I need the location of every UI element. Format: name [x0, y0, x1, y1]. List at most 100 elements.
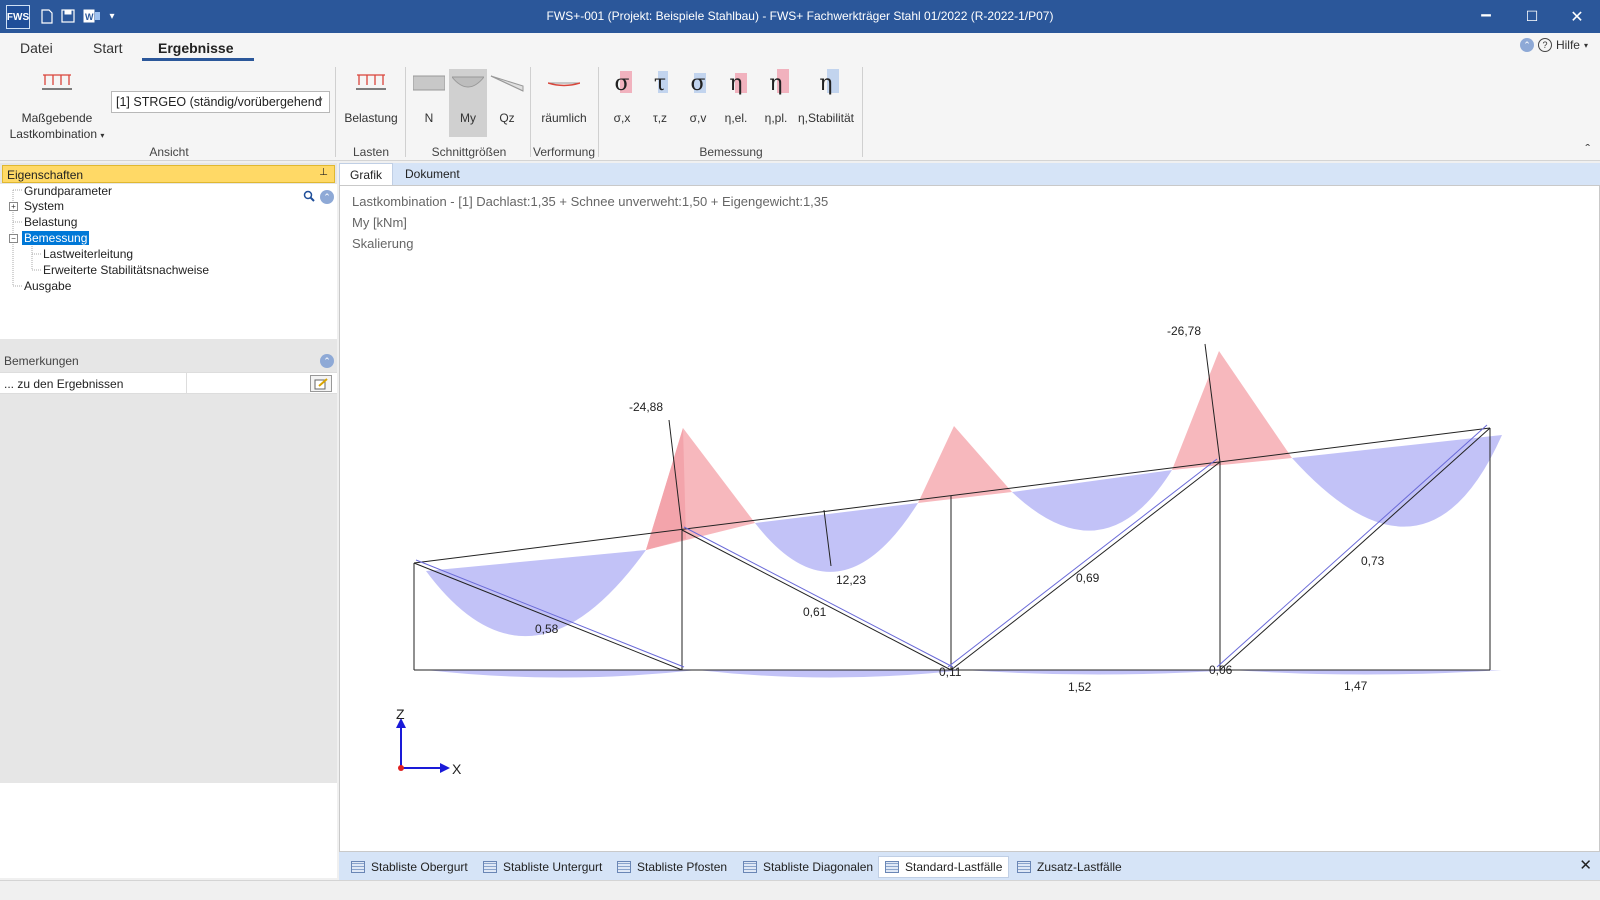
- value-label: 0,73: [1361, 554, 1385, 568]
- z-axis-label: Z: [396, 706, 405, 722]
- tab-stabliste-obergurt[interactable]: Stabliste Obergurt: [345, 856, 474, 878]
- sigma-icon: σ: [614, 70, 633, 96]
- tab-standard-lastfaelle[interactable]: Standard-Lastfälle: [878, 856, 1010, 878]
- value-label: 12,23: [836, 573, 866, 587]
- moment-region-2: [918, 426, 1012, 503]
- tab-start[interactable]: Start: [93, 40, 123, 56]
- dropdown-arrow-icon: ▾: [100, 131, 105, 140]
- tab-label: Standard-Lastfälle: [905, 860, 1003, 874]
- tree-item-grundparameter[interactable]: Grundparameter: [24, 184, 112, 198]
- n-button[interactable]: N: [410, 69, 448, 125]
- collapse-panel-icon[interactable]: ⌃: [320, 190, 334, 204]
- sigma-v-icon: σ: [690, 70, 707, 96]
- tree-item-belastung[interactable]: Belastung: [24, 215, 77, 229]
- tree-item-system[interactable]: System: [24, 199, 64, 213]
- pin-icon[interactable]: ⊥: [319, 167, 328, 178]
- active-tab-indicator: [142, 58, 254, 61]
- chevron-down-icon: ▼: [316, 96, 324, 105]
- group-label-verformung: Verformung: [533, 145, 596, 159]
- tab-label: Stabliste Obergurt: [371, 860, 468, 874]
- value-label: 0,61: [803, 605, 827, 619]
- massgebende-lastkombination-button[interactable]: Maßgebende Lastkombination ▾: [6, 69, 108, 141]
- ribbon-separator: [530, 67, 531, 157]
- tree-item-ausgabe[interactable]: Ausgabe: [24, 279, 71, 293]
- minimize-button[interactable]: 🗕: [1463, 0, 1509, 33]
- n-label: N: [424, 111, 434, 125]
- tab-stabliste-untergurt[interactable]: Stabliste Untergurt: [477, 856, 608, 878]
- close-tab-bar-icon[interactable]: ✕: [1579, 856, 1592, 874]
- tree-item-stabilitaetsnachweise[interactable]: Erweiterte Stabilitätsnachweise: [43, 263, 209, 277]
- collapse-ribbon-icon[interactable]: ˆ: [1585, 141, 1590, 157]
- tab-ergebnisse[interactable]: Ergebnisse: [158, 40, 233, 56]
- my-button[interactable]: My: [449, 69, 487, 125]
- edit-icon: [314, 377, 328, 389]
- sigma-x-label: σ,x: [613, 111, 631, 125]
- tab-grafik[interactable]: Grafik: [339, 163, 394, 185]
- belastung-button[interactable]: Belastung: [340, 69, 402, 125]
- close-button[interactable]: ✕: [1554, 0, 1600, 33]
- lastkombination-select[interactable]: [1] STRGEO (ständig/vorübergehend ▼: [111, 91, 330, 113]
- load-icon: [340, 69, 402, 97]
- expand-system-icon[interactable]: +: [9, 202, 18, 211]
- normal-force-icon: [410, 69, 448, 97]
- qz-button[interactable]: Qz: [488, 69, 526, 125]
- collapse-bemessung-icon[interactable]: −: [9, 234, 18, 243]
- sigma-v-button[interactable]: σ σ,v: [680, 69, 716, 125]
- eigenschaften-title: Eigenschaften: [7, 168, 84, 182]
- eta-pl-label: η,pl.: [764, 111, 788, 125]
- help-dropdown-icon: ▾: [1583, 40, 1588, 50]
- search-icon[interactable]: [303, 190, 315, 205]
- qz-label: Qz: [499, 111, 515, 125]
- value-label: 1,47: [1344, 679, 1368, 693]
- ribbon-separator: [405, 67, 406, 157]
- tab-label: Stabliste Diagonalen: [763, 860, 874, 874]
- bottom-tab-bar: Stabliste Obergurt Stabliste Untergurt S…: [339, 852, 1600, 880]
- table-icon: [351, 861, 365, 873]
- edit-notes-button[interactable]: [310, 375, 332, 392]
- shear-force-icon: [488, 69, 526, 97]
- value-label: -24,88: [629, 400, 663, 414]
- status-bar: [0, 880, 1600, 900]
- bemerkungen-title: Bemerkungen: [4, 354, 79, 368]
- truss-moment-diagram: -24,88 -26,78 12,23 0,69 0,73 0,58 0,61 …: [396, 324, 1502, 777]
- eta-el-label: η,el.: [724, 111, 748, 125]
- deformation-icon: [533, 69, 595, 97]
- table-icon: [1017, 861, 1031, 873]
- cell-divider: [186, 373, 187, 394]
- help-icon: ?: [1537, 38, 1552, 52]
- tau-z-button[interactable]: τ τ,z: [642, 69, 678, 125]
- eta-stabilitaet-icon: η: [819, 68, 840, 96]
- tab-zusatz-lastfaelle[interactable]: Zusatz-Lastfälle: [1011, 856, 1128, 878]
- raeumlich-button[interactable]: räumlich: [533, 69, 595, 125]
- help-menu[interactable]: ⌃ ? Hilfe ▾: [1519, 38, 1588, 52]
- massgebende-label: Maßgebende: [21, 111, 93, 125]
- tab-label: Stabliste Untergurt: [503, 860, 603, 874]
- x-axis-label: X: [452, 761, 462, 777]
- eta-stabilitaet-button[interactable]: η η,Stabilität: [796, 68, 856, 125]
- lastkombination-select-value: [1] STRGEO (ständig/vorübergehend: [116, 95, 322, 109]
- graphic-canvas[interactable]: Lastkombination - [1] Dachlast:1,35 + Sc…: [339, 185, 1600, 852]
- tab-stabliste-diagonalen[interactable]: Stabliste Diagonalen: [737, 856, 879, 878]
- tree-item-lastweiterleitung[interactable]: Lastweiterleitung: [43, 247, 133, 261]
- tab-datei[interactable]: Datei: [20, 40, 53, 56]
- my-label: My: [460, 111, 476, 125]
- eta-pl-icon: η: [769, 68, 790, 96]
- table-icon: [885, 861, 899, 873]
- document-tabs: Grafik Dokument: [339, 163, 1600, 185]
- moment-region-11: [964, 670, 1232, 675]
- collapse-up-icon[interactable]: ⌃: [1519, 38, 1534, 52]
- tab-dokument[interactable]: Dokument: [395, 163, 470, 185]
- coordinate-axes: Z X: [396, 706, 462, 777]
- tree-item-bemessung[interactable]: Bemessung: [22, 231, 90, 245]
- tab-stabliste-pfosten[interactable]: Stabliste Pfosten: [611, 856, 733, 878]
- maximize-button[interactable]: ☐: [1509, 0, 1555, 33]
- sigma-x-button[interactable]: σ σ,x: [604, 69, 640, 125]
- table-icon: [617, 861, 631, 873]
- eigenschaften-header: Eigenschaften ⊥: [2, 165, 335, 183]
- lastkombination-label: Lastkombination: [9, 127, 98, 141]
- eta-pl-button[interactable]: η η,pl.: [756, 68, 796, 125]
- eta-el-button[interactable]: η η,el.: [716, 69, 756, 125]
- moment-region-6: [755, 503, 918, 572]
- collapse-bemerkungen-icon[interactable]: ⌃: [320, 354, 334, 368]
- value-label: -26,78: [1167, 324, 1201, 338]
